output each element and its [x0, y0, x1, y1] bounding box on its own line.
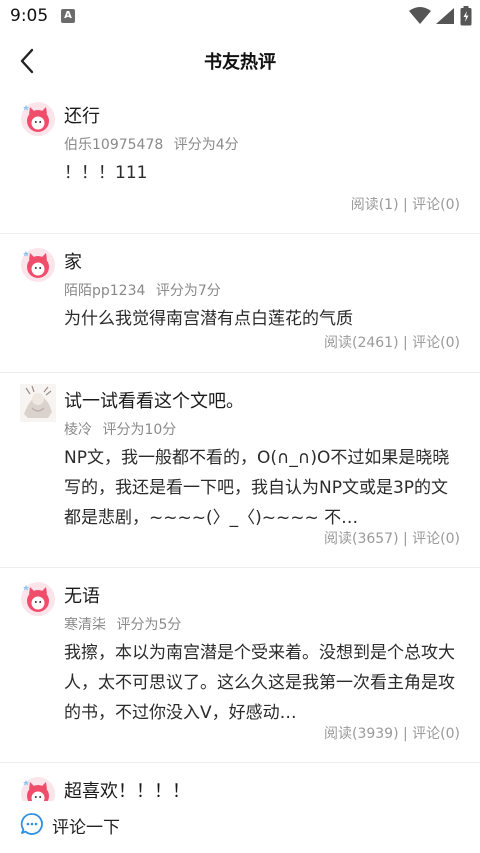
review-meta: 伯乐10975478 评分为4分: [64, 134, 239, 154]
review-stats[interactable]: 阅读(3657) | 评论(0): [324, 528, 460, 548]
pink-cat-avatar-icon: [21, 777, 55, 801]
review-item[interactable]: 试一试看看这个文吧。 棱冷 评分为10分 NP文，我一般都不看的，O(∩_∩)O…: [0, 373, 480, 568]
comment-bubble-icon: [20, 813, 43, 835]
review-item[interactable]: 超喜欢！！！！: [0, 763, 480, 801]
review-rating: 评分为4分: [173, 137, 239, 153]
pink-cat-avatar-icon: [21, 248, 55, 282]
status-time: 9:05: [10, 6, 49, 26]
review-stats[interactable]: 阅读(1) | 评论(0): [351, 194, 460, 214]
review-body: 为什么我觉得南宫潜有点白莲花的气质: [64, 309, 353, 329]
status-bar: 9:05 A: [0, 0, 480, 34]
review-user[interactable]: 陌陌pp1234: [64, 283, 145, 299]
notification-a-icon: A: [61, 9, 75, 23]
nav-bar: 书友热评: [0, 34, 480, 88]
review-list[interactable]: 还行 伯乐10975478 评分为4分 ！！！111 阅读(1) | 评论(0)…: [0, 88, 480, 801]
comment-button-label: 评论一下: [52, 818, 120, 838]
review-stats[interactable]: 阅读(3939) | 评论(0): [324, 723, 460, 743]
pink-cat-avatar-icon: [21, 582, 55, 616]
review-rating: 评分为10分: [102, 422, 177, 438]
review-body: 我擦，本以为南宫潜是个受来着。没想到是个总攻大人，太不可思议了。这么久这是我第一…: [64, 643, 455, 723]
comment-bar[interactable]: 评论一下: [0, 801, 480, 853]
review-title: 试一试看看这个文吧。: [64, 391, 244, 412]
review-stats[interactable]: 阅读(2461) | 评论(0): [324, 332, 460, 352]
page-title: 书友热评: [204, 52, 276, 73]
review-item[interactable]: 无语 寒清柒 评分为5分 我擦，本以为南宫潜是个受来着。没想到是个总攻大人，太不…: [0, 568, 480, 763]
battery-icon: [460, 6, 472, 26]
review-body: NP文，我一般都不看的，O(∩_∩)O不过如果是晓晓写的，我还是看一下吧，我自认…: [64, 448, 450, 528]
review-rating: 评分为7分: [155, 283, 221, 299]
wifi-icon: [409, 7, 431, 24]
review-title: 还行: [64, 106, 100, 127]
review-user[interactable]: 棱冷: [64, 422, 92, 438]
review-title: 无语: [64, 586, 100, 607]
review-user[interactable]: 寒清柒: [64, 617, 106, 633]
signal-icon: [436, 8, 454, 24]
review-title: 超喜欢！！！！: [64, 781, 190, 801]
status-icons: [409, 6, 472, 26]
review-meta: 棱冷 评分为10分: [64, 419, 176, 439]
review-meta: 寒清柒 评分为5分: [64, 614, 181, 634]
review-title: 家: [64, 252, 82, 273]
review-item[interactable]: 家 陌陌pp1234 评分为7分 为什么我觉得南宫潜有点白莲花的气质 阅读(24…: [0, 234, 480, 373]
review-user[interactable]: 伯乐10975478: [64, 137, 163, 153]
review-meta: 陌陌pp1234 评分为7分: [64, 280, 221, 300]
review-body: ！！！111: [64, 163, 148, 183]
review-item[interactable]: 还行 伯乐10975478 评分为4分 ！！！111 阅读(1) | 评论(0): [0, 88, 480, 234]
review-rating: 评分为5分: [116, 617, 182, 633]
sketch-avatar-icon: [20, 384, 56, 422]
pink-cat-avatar-icon: [21, 102, 55, 136]
